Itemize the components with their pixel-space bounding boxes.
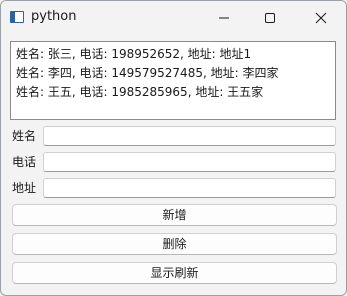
phone-input[interactable] <box>43 152 336 172</box>
list-item[interactable]: 姓名: 王五, 电话: 1985285965, 地址: 王五家 <box>16 83 330 102</box>
title-bar[interactable]: python <box>1 1 346 34</box>
contact-list[interactable]: 姓名: 张三, 电话: 198952652, 地址: 地址1 姓名: 李四, 电… <box>10 41 336 120</box>
close-button[interactable] <box>298 1 344 34</box>
refresh-button[interactable]: 显示刷新 <box>12 262 337 284</box>
phone-label: 电话 <box>12 155 37 169</box>
delete-button[interactable]: 删除 <box>12 233 337 255</box>
minimize-button[interactable] <box>201 1 247 34</box>
window-title: python <box>31 9 77 24</box>
list-item[interactable]: 姓名: 李四, 电话: 149579527485, 地址: 李四家 <box>16 64 330 83</box>
maximize-button[interactable] <box>247 1 293 34</box>
list-item[interactable]: 姓名: 张三, 电话: 198952652, 地址: 地址1 <box>16 45 330 64</box>
maximize-icon <box>265 13 275 23</box>
close-icon <box>315 12 327 24</box>
app-window: python 姓名: 张三, 电话: 198952652, 地址: 地址1 姓名… <box>0 0 347 296</box>
address-label: 地址 <box>12 181 37 195</box>
window-app-icon <box>10 11 24 23</box>
name-label: 姓名 <box>12 129 37 143</box>
name-input[interactable] <box>43 126 336 146</box>
address-input[interactable] <box>43 178 336 198</box>
add-button[interactable]: 新增 <box>12 204 337 226</box>
minimize-icon <box>219 17 229 19</box>
